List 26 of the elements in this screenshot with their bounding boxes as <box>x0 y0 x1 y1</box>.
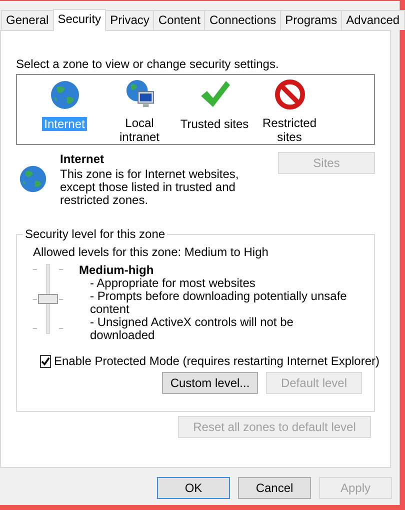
globe-monitor-icon <box>124 79 156 110</box>
level-detail: - Appropriate for most websites <box>90 277 256 290</box>
no-entry-icon <box>274 79 306 110</box>
group-title: Security level for this zone <box>23 227 168 241</box>
zone-item[interactable]: Local intranet <box>102 116 177 144</box>
checkbox[interactable] <box>40 354 51 368</box>
level-detail: - Unsigned ActiveX controls will not be downloaded <box>89 316 294 342</box>
zone-description: This zone is for Internet websites, except those listed in trusted and restricted zones. <box>60 168 240 207</box>
zone-prompt: Select a zone to view or change security settings. <box>16 57 280 71</box>
tab[interactable]: Advanced <box>341 10 405 30</box>
tab[interactable]: General <box>1 10 54 30</box>
zone-title: Internet <box>60 152 106 166</box>
dialog-button[interactable]: OK <box>157 477 230 499</box>
globe-icon <box>48 79 80 111</box>
checkbox-label: Enable Protected Mode (requires restarting Internet Explorer) <box>54 354 380 368</box>
custom-level-button[interactable]: Custom level... <box>162 372 258 394</box>
zone-item[interactable]: Trusted sites <box>178 117 251 131</box>
dialog-button[interactable]: Cancel <box>238 477 311 499</box>
level-slider[interactable] <box>33 264 63 334</box>
level-detail: - Prompts before downloading potentially unsafe content <box>89 290 348 316</box>
level-name: Medium-high <box>79 264 155 277</box>
allowed-levels-text: Allowed levels for this zone: Medium to High <box>33 245 270 259</box>
zone-item[interactable]: Restricted sites <box>252 116 327 144</box>
slider-thumb[interactable] <box>38 294 58 304</box>
globe-icon <box>18 164 48 194</box>
tab[interactable]: Security <box>52 9 106 31</box>
